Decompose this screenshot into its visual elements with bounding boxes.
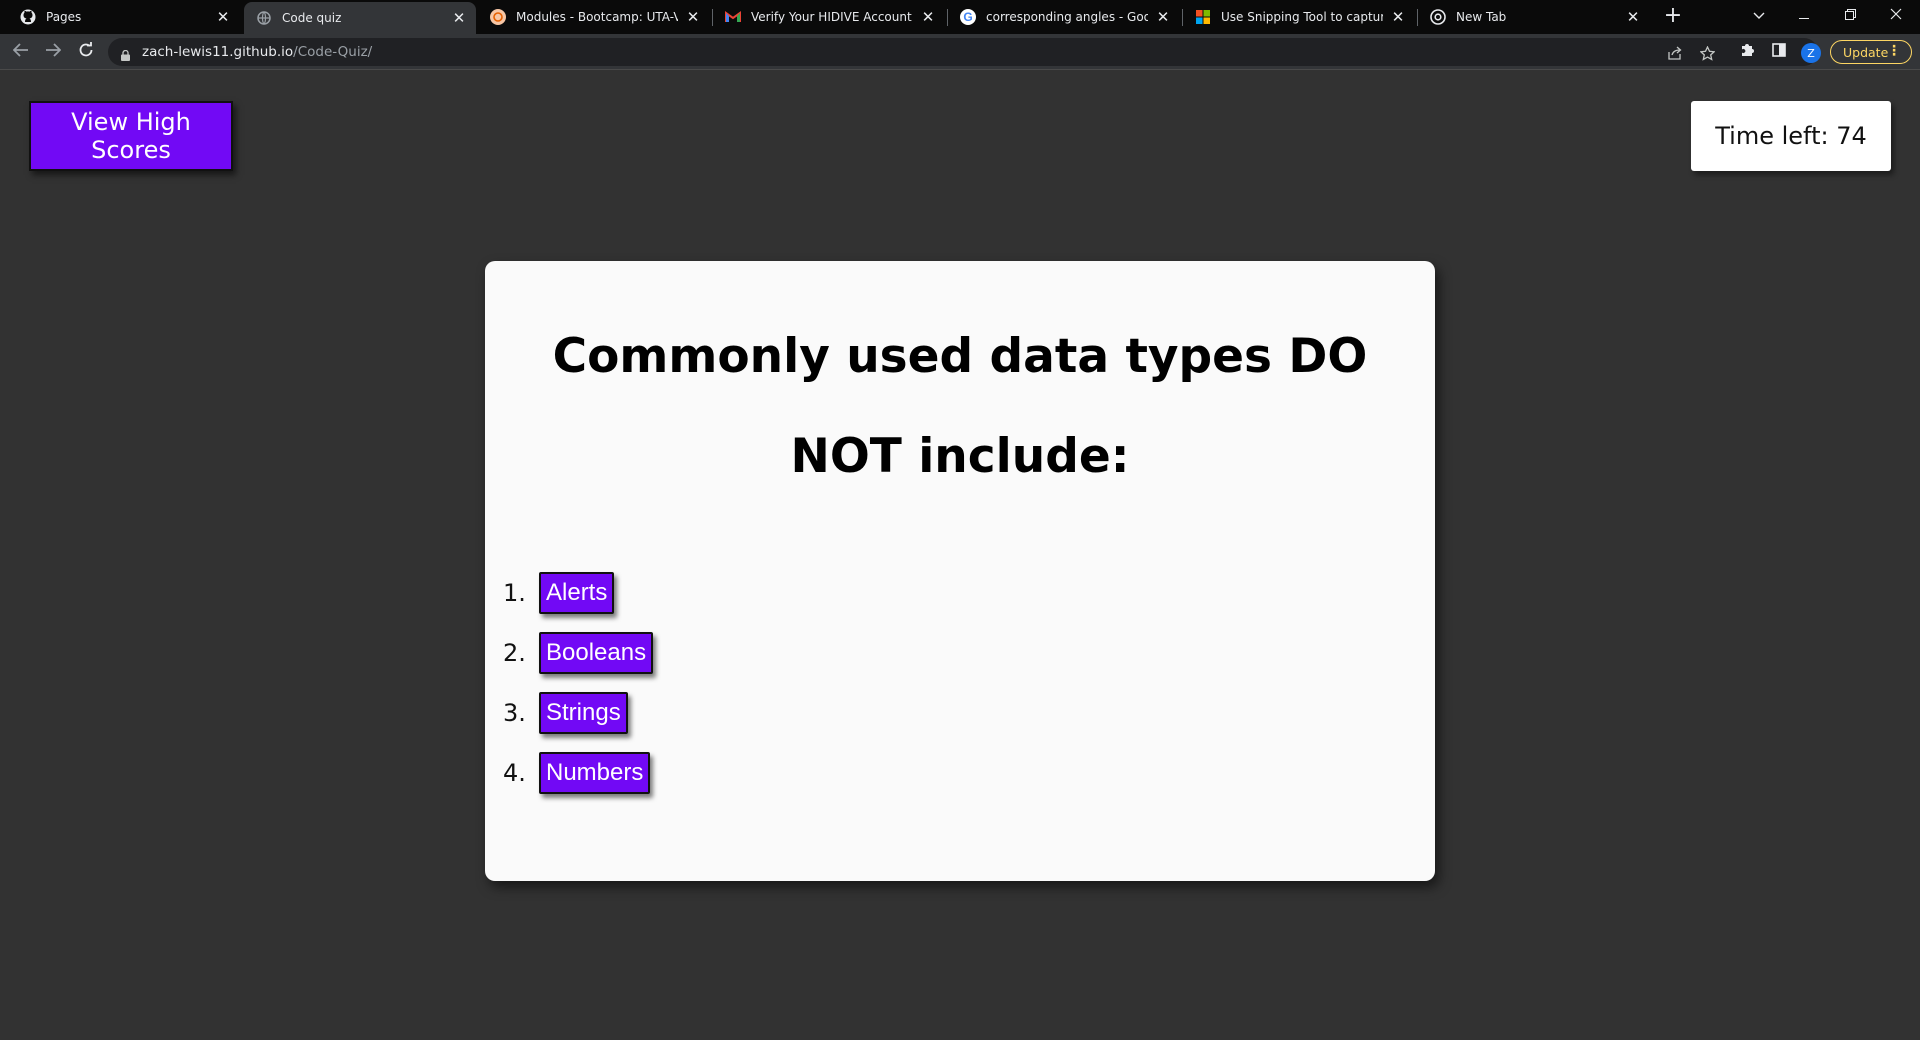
answer-item: 3. Strings [503, 683, 653, 743]
kebab-menu-icon: ⋮ [1887, 43, 1901, 59]
close-icon[interactable]: ✕ [1624, 8, 1642, 26]
arrow-right-icon [45, 42, 62, 62]
tab-modules[interactable]: Modules - Bootcamp: UTA-VIRT ✕ [478, 0, 710, 34]
answer-button-alerts[interactable]: Alerts [539, 572, 615, 614]
back-button[interactable] [7, 38, 35, 66]
answer-button-booleans[interactable]: Booleans [539, 632, 654, 674]
tab-google[interactable]: G corresponding angles - Google ✕ [948, 0, 1180, 34]
new-tab-button[interactable]: + [1660, 5, 1686, 29]
restore-button[interactable] [1828, 0, 1872, 32]
url-host: zach-lewis11.github.io [142, 44, 294, 60]
share-icon[interactable] [1664, 42, 1686, 64]
update-label: Update [1843, 44, 1889, 60]
close-icon[interactable]: ✕ [684, 8, 702, 26]
arrow-left-icon [12, 42, 29, 62]
minimize-icon [1799, 8, 1809, 24]
tab-title: Pages [46, 10, 82, 24]
view-high-scores-button[interactable]: View High Scores [29, 101, 233, 171]
github-icon [20, 9, 36, 25]
tab-snipping-tool[interactable]: Use Snipping Tool to capture sc ✕ [1183, 0, 1415, 34]
update-button[interactable]: Update ⋮ [1830, 40, 1912, 64]
google-icon: G [960, 9, 976, 25]
close-icon[interactable]: ✕ [214, 8, 232, 26]
profile-avatar[interactable]: Z [1801, 43, 1821, 63]
tab-title: Verify Your HIDIVE Account to St [751, 10, 913, 24]
answer-number: 4. [503, 759, 526, 787]
answer-number: 1. [503, 579, 526, 607]
question-text: Commonly used data types DO NOT include: [552, 329, 1368, 484]
reload-button[interactable] [72, 38, 100, 66]
tab-pages[interactable]: Pages ✕ [8, 0, 240, 34]
tab-gmail[interactable]: Verify Your HIDIVE Account to St ✕ [713, 0, 945, 34]
close-icon[interactable]: ✕ [1154, 8, 1172, 26]
tab-title: Code quiz [282, 11, 342, 25]
lock-icon [121, 46, 130, 61]
answer-button-strings[interactable]: Strings [539, 692, 628, 734]
chevron-down-icon [1753, 8, 1765, 24]
answer-number: 3. [503, 699, 526, 727]
tab-title: New Tab [1456, 10, 1507, 24]
close-icon[interactable]: ✕ [450, 9, 468, 27]
puzzle-icon [1739, 42, 1755, 62]
page-content: View High Scores Time left: 74 Commonly … [0, 71, 1920, 1040]
timer-display: Time left: 74 [1691, 101, 1891, 171]
tab-new-tab[interactable]: New Tab ✕ [1418, 0, 1650, 34]
restore-icon [1844, 8, 1856, 24]
star-icon[interactable] [1696, 42, 1718, 64]
microsoft-icon [1195, 9, 1211, 25]
answer-list: 1. Alerts 2. Booleans 3. Strings 4. Numb… [503, 563, 654, 803]
tab-title: corresponding angles - Google [986, 10, 1148, 24]
tab-search-button[interactable] [1737, 0, 1781, 32]
canvas-icon [490, 9, 506, 25]
close-icon[interactable]: ✕ [919, 8, 937, 26]
forward-button[interactable] [39, 38, 67, 66]
url-path: /Code-Quiz/ [293, 44, 373, 60]
quiz-card: Commonly used data types DO NOT include:… [485, 261, 1435, 881]
answer-item: 2. Booleans [503, 623, 654, 683]
url-text: zach-lewis11.github.io/Code-Quiz/ [142, 44, 372, 60]
answer-item: 1. Alerts [503, 563, 653, 623]
tab-title: Modules - Bootcamp: UTA-VIRT [516, 10, 678, 24]
answer-number: 2. [503, 639, 526, 667]
answer-item: 4. Numbers [503, 743, 653, 803]
close-window-button[interactable] [1874, 0, 1918, 32]
minimize-button[interactable] [1782, 0, 1826, 32]
side-panel-button[interactable] [1767, 40, 1791, 64]
reload-icon [78, 41, 94, 63]
close-icon [1890, 8, 1902, 24]
tab-code-quiz[interactable]: Code quiz ✕ [244, 2, 476, 34]
close-icon[interactable]: ✕ [1389, 8, 1407, 26]
side-panel-icon [1772, 43, 1786, 61]
gmail-icon [725, 9, 741, 25]
answer-button-numbers[interactable]: Numbers [539, 752, 651, 794]
chrome-icon [1430, 9, 1446, 25]
tab-title: Use Snipping Tool to capture sc [1221, 10, 1383, 24]
tab-strip: Pages ✕ Code quiz ✕ Modules - Bootcamp: … [0, 0, 1920, 34]
globe-icon [256, 10, 272, 26]
browser-toolbar: zach-lewis11.github.io/Code-Quiz/ Z Upda… [0, 34, 1920, 70]
extensions-button[interactable] [1735, 40, 1759, 64]
address-bar[interactable]: zach-lewis11.github.io/Code-Quiz/ [108, 38, 1818, 66]
